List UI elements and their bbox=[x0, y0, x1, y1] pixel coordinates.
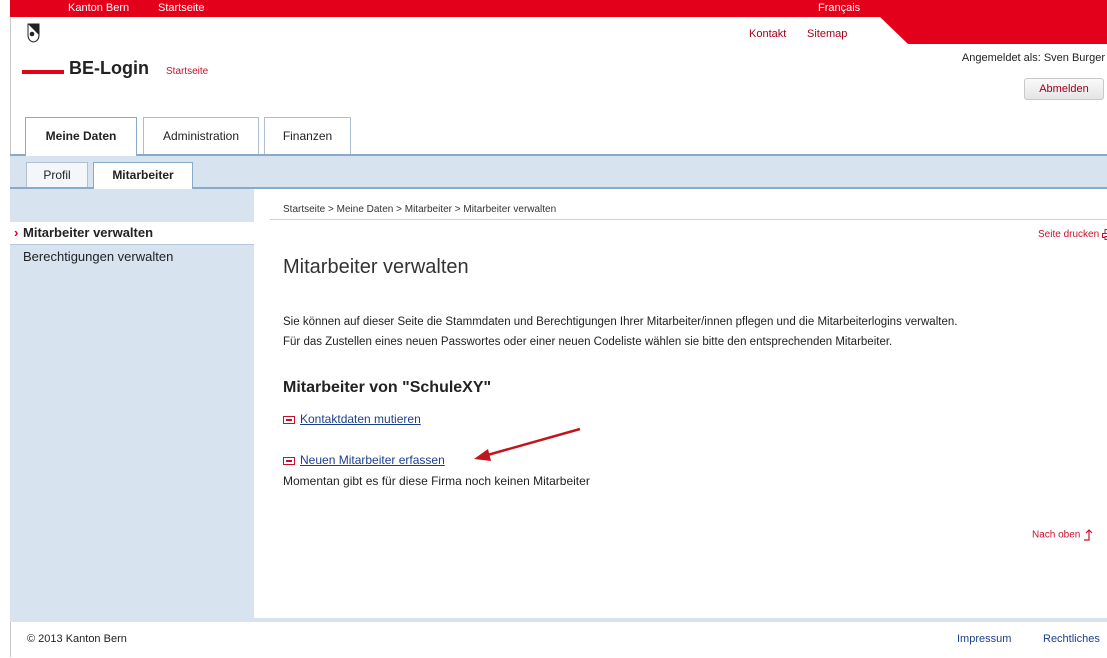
page-title: Mitarbeiter verwalten bbox=[283, 256, 469, 278]
print-page-link[interactable]: Seite drucken bbox=[1038, 229, 1107, 240]
tab-administration[interactable]: Administration bbox=[143, 117, 259, 155]
bern-crest-icon bbox=[27, 23, 40, 43]
sitemap-link[interactable]: Sitemap bbox=[807, 28, 847, 40]
footer-copyright: © 2013 Kanton Bern bbox=[27, 633, 127, 645]
tab-mitarbeiter[interactable]: Mitarbeiter bbox=[93, 162, 193, 189]
logo-red-bar bbox=[22, 70, 64, 74]
top-red-bar: Kanton Bern Startseite Français bbox=[10, 0, 1107, 17]
logged-in-status: Angemeldet als: Sven Burger bbox=[961, 52, 1105, 64]
tab-finanzen[interactable]: Finanzen bbox=[264, 117, 351, 155]
footer-legal-link[interactable]: Rechtliches bbox=[1043, 633, 1100, 645]
back-to-top-link[interactable]: Nach oben bbox=[1032, 529, 1093, 541]
sidebar-item-mitarbeiter-verwalten[interactable]: › Mitarbeiter verwalten bbox=[10, 222, 254, 244]
annotation-arrow-icon bbox=[474, 427, 581, 461]
arrow-up-icon bbox=[1084, 529, 1093, 541]
top-home-link[interactable]: Startseite bbox=[158, 2, 204, 14]
language-french-link[interactable]: Français bbox=[818, 2, 860, 14]
new-employee-label: Neuen Mitarbeiter erfassen bbox=[300, 453, 445, 467]
back-to-top-label: Nach oben bbox=[1032, 529, 1081, 541]
new-employee-link[interactable]: Neuen Mitarbeiter erfassen bbox=[283, 453, 445, 467]
breadcrumb-divider bbox=[270, 219, 1107, 220]
tab-meine-daten[interactable]: Meine Daten bbox=[25, 117, 137, 156]
canton-bern-link[interactable]: Kanton Bern bbox=[68, 2, 129, 14]
intro-line-2: Für das Zustellen eines neuen Passwortes… bbox=[283, 336, 893, 348]
sidebar-item-label: Mitarbeiter verwalten bbox=[23, 225, 154, 240]
action-arrow-icon bbox=[283, 456, 295, 465]
empty-state-note: Momentan gibt es für diese Firma noch ke… bbox=[283, 474, 590, 488]
action-arrow-icon bbox=[283, 415, 295, 424]
sidebar-item-label: Berechtigungen verwalten bbox=[23, 249, 174, 264]
section-title: Mitarbeiter von "SchuleXY" bbox=[283, 379, 492, 396]
breadcrumb[interactable]: Startseite > Meine Daten > Mitarbeiter >… bbox=[283, 204, 556, 215]
print-label: Seite drucken bbox=[1038, 229, 1100, 241]
edit-contact-link[interactable]: Kontaktdaten mutieren bbox=[283, 412, 421, 426]
footer-impressum-link[interactable]: Impressum bbox=[957, 633, 1011, 645]
printer-icon bbox=[1101, 229, 1107, 240]
edit-contact-label: Kontaktdaten mutieren bbox=[300, 412, 421, 426]
footer-divider bbox=[10, 618, 1107, 622]
intro-line-1: Sie können auf dieser Seite die Stammdat… bbox=[283, 316, 958, 328]
contact-link[interactable]: Kontakt bbox=[749, 28, 786, 40]
sidebar-item-berechtigungen-verwalten[interactable]: Berechtigungen verwalten bbox=[10, 246, 254, 268]
header-red-wedge bbox=[880, 17, 1107, 44]
sidebar-divider bbox=[10, 244, 254, 245]
tab-profil[interactable]: Profil bbox=[26, 162, 88, 188]
brand-home-link[interactable]: Startseite bbox=[166, 66, 208, 77]
brand-title[interactable]: BE-Login bbox=[69, 58, 149, 79]
chevron-right-icon: › bbox=[14, 225, 19, 240]
logout-button[interactable]: Abmelden bbox=[1024, 78, 1104, 100]
intro-text: Sie können auf dieser Seite die Stammdat… bbox=[283, 312, 957, 352]
